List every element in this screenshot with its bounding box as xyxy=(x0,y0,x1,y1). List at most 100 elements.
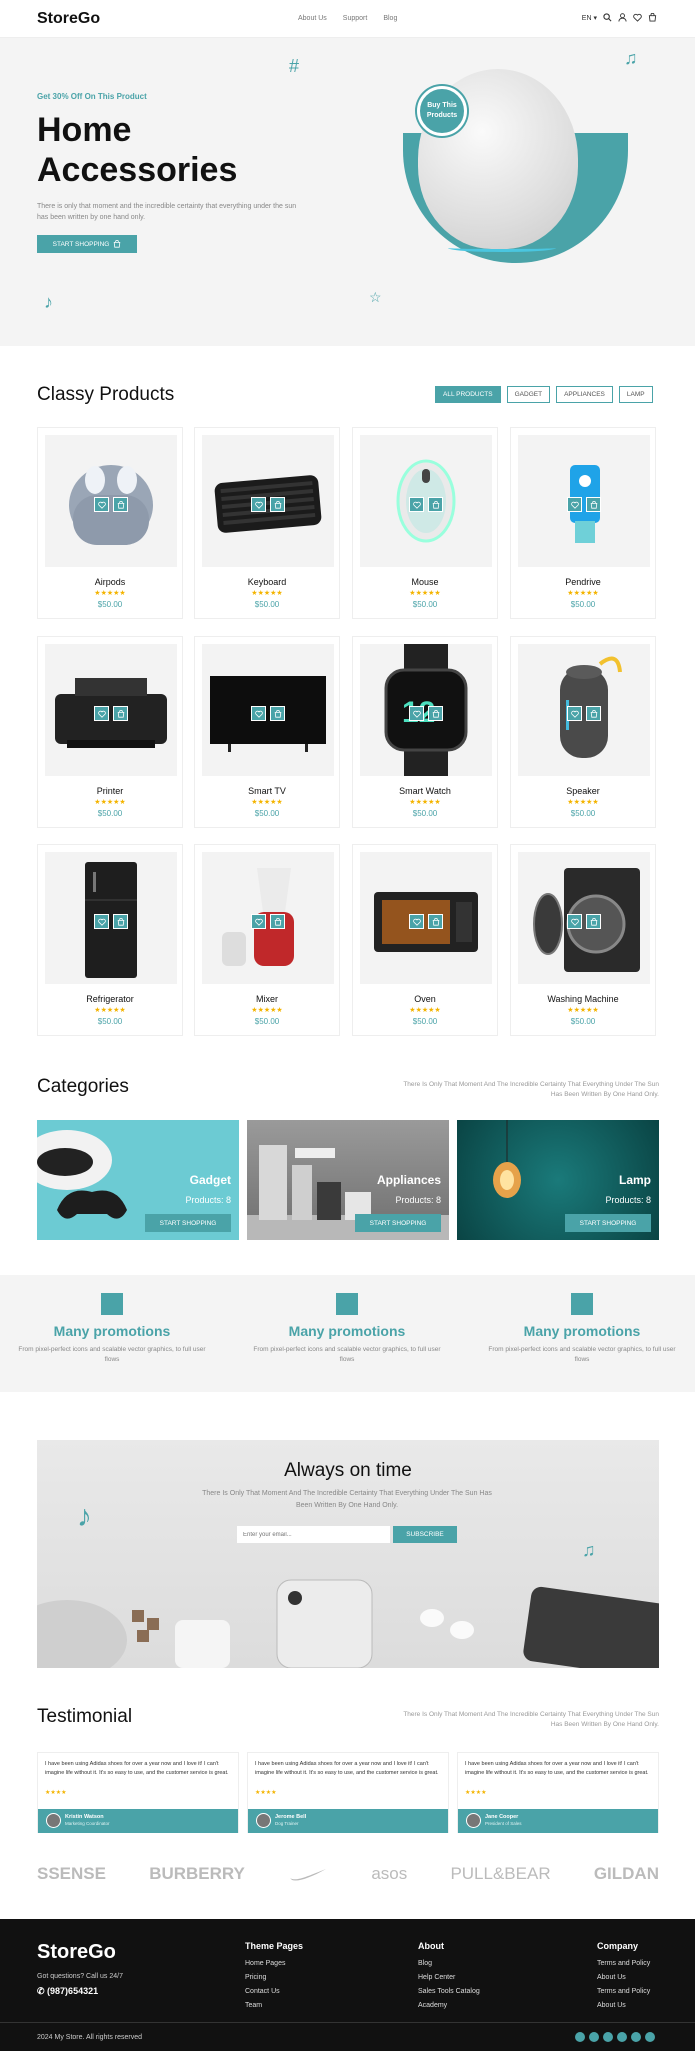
product-card[interactable]: Smart TV ★★★★★ $50.00 xyxy=(194,636,340,828)
footer-link[interactable]: Pricing xyxy=(245,1974,303,1981)
add-to-wishlist-button[interactable] xyxy=(409,497,424,512)
add-to-wishlist-button[interactable] xyxy=(94,914,109,929)
add-to-cart-button[interactable] xyxy=(113,914,128,929)
product-card[interactable]: Printer ★★★★★ $50.00 xyxy=(37,636,183,828)
footer-link[interactable]: About Us xyxy=(597,2002,650,2009)
product-image[interactable]: 12 xyxy=(360,644,492,776)
product-image[interactable] xyxy=(360,435,492,567)
footer-logo[interactable]: StoreGo xyxy=(37,1941,116,1964)
instagram-icon[interactable] xyxy=(603,2032,613,2042)
product-card[interactable]: 12 Smart Watch ★★★★★ $50.00 xyxy=(352,636,498,828)
add-to-wishlist-button[interactable] xyxy=(567,706,582,721)
nav-support[interactable]: Support xyxy=(343,15,368,22)
product-name[interactable]: Printer xyxy=(38,786,182,796)
twitter-icon[interactable] xyxy=(589,2032,599,2042)
nav-about-us[interactable]: About Us xyxy=(298,15,327,22)
add-to-cart-button[interactable] xyxy=(113,497,128,512)
buy-products-badge[interactable]: Buy This Products xyxy=(417,86,467,136)
product-card[interactable]: Mixer ★★★★★ $50.00 xyxy=(194,844,340,1036)
add-to-wishlist-button[interactable] xyxy=(94,706,109,721)
filter-lamp[interactable]: LAMP xyxy=(618,386,653,403)
add-to-wishlist-button[interactable] xyxy=(567,914,582,929)
product-card[interactable]: Mouse ★★★★★ $50.00 xyxy=(352,427,498,619)
product-card[interactable]: Airpods ★★★★★ $50.00 xyxy=(37,427,183,619)
add-to-cart-button[interactable] xyxy=(428,497,443,512)
facebook-icon[interactable] xyxy=(575,2032,585,2042)
product-image[interactable] xyxy=(518,435,650,567)
nav-blog[interactable]: Blog xyxy=(383,15,397,22)
product-image[interactable] xyxy=(360,852,492,984)
product-image[interactable] xyxy=(518,852,650,984)
product-name[interactable]: Speaker xyxy=(511,786,655,796)
product-name[interactable]: Keyboard xyxy=(195,577,339,587)
youtube-icon[interactable] xyxy=(631,2032,641,2042)
add-to-cart-button[interactable] xyxy=(428,706,443,721)
product-name[interactable]: Refrigerator xyxy=(38,994,182,1004)
add-to-cart-button[interactable] xyxy=(428,914,443,929)
add-to-cart-button[interactable] xyxy=(113,706,128,721)
product-name[interactable]: Smart Watch xyxy=(353,786,497,796)
add-to-cart-button[interactable] xyxy=(270,706,285,721)
linkedin-icon[interactable] xyxy=(617,2032,627,2042)
product-image[interactable] xyxy=(202,852,334,984)
product-name[interactable]: Pendrive xyxy=(511,577,655,587)
category-start-shopping-button[interactable]: START SHOPPING xyxy=(145,1214,231,1232)
product-image[interactable] xyxy=(202,644,334,776)
add-to-wishlist-button[interactable] xyxy=(251,914,266,929)
category-card-gadget[interactable]: Gadget Products: 8 START SHOPPING xyxy=(37,1120,239,1240)
footer-link[interactable]: Team xyxy=(245,2002,303,2009)
add-to-cart-button[interactable] xyxy=(270,914,285,929)
filter-appliances[interactable]: APPLIANCES xyxy=(556,386,613,403)
footer-link[interactable]: Terms and Policy xyxy=(597,1960,650,1967)
product-name[interactable]: Airpods xyxy=(38,577,182,587)
site-logo[interactable]: StoreGo xyxy=(37,10,100,28)
product-card[interactable]: Speaker ★★★★★ $50.00 xyxy=(510,636,656,828)
add-to-cart-button[interactable] xyxy=(270,497,285,512)
product-card[interactable]: Oven ★★★★★ $50.00 xyxy=(352,844,498,1036)
product-card[interactable]: Refrigerator ★★★★★ $50.00 xyxy=(37,844,183,1036)
product-image[interactable] xyxy=(202,435,334,567)
footer-link[interactable]: Academy xyxy=(418,2002,480,2009)
wishlist-icon[interactable] xyxy=(633,13,642,22)
filter-gadget[interactable]: GADGET xyxy=(506,386,551,403)
product-image[interactable] xyxy=(45,644,177,776)
cart-icon[interactable] xyxy=(648,13,657,22)
add-to-wishlist-button[interactable] xyxy=(567,497,582,512)
hero-start-shopping-button[interactable]: START SHOPPING xyxy=(37,235,137,253)
product-image[interactable] xyxy=(45,435,177,567)
user-icon[interactable] xyxy=(618,13,627,22)
footer-link[interactable]: Home Pages xyxy=(245,1960,303,1967)
product-name[interactable]: Washing Machine xyxy=(511,994,655,1004)
product-card[interactable]: Pendrive ★★★★★ $50.00 xyxy=(510,427,656,619)
product-image[interactable] xyxy=(518,644,650,776)
category-card-lamp[interactable]: Lamp Products: 8 START SHOPPING xyxy=(457,1120,659,1240)
product-card[interactable]: Washing Machine ★★★★★ $50.00 xyxy=(510,844,656,1036)
language-selector[interactable]: EN ▾ xyxy=(582,14,597,22)
product-card[interactable]: Keyboard ★★★★★ $50.00 xyxy=(194,427,340,619)
product-name[interactable]: Mixer xyxy=(195,994,339,1004)
add-to-wishlist-button[interactable] xyxy=(94,497,109,512)
footer-link[interactable]: Blog xyxy=(418,1960,480,1967)
filter-all-products[interactable]: ALL PRODUCTS xyxy=(435,386,501,403)
category-card-appliances[interactable]: Appliances Products: 8 START SHOPPING xyxy=(247,1120,449,1240)
pinterest-icon[interactable] xyxy=(645,2032,655,2042)
footer-link[interactable]: Help Center xyxy=(418,1974,480,1981)
product-name[interactable]: Oven xyxy=(353,994,497,1004)
footer-link[interactable]: Contact Us xyxy=(245,1988,303,1995)
add-to-wishlist-button[interactable] xyxy=(251,497,266,512)
category-start-shopping-button[interactable]: START SHOPPING xyxy=(565,1214,651,1232)
newsletter-email-input[interactable] xyxy=(237,1526,390,1543)
product-image[interactable] xyxy=(45,852,177,984)
footer-link[interactable]: Terms and Policy xyxy=(597,1988,650,1995)
search-icon[interactable] xyxy=(603,13,612,22)
category-start-shopping-button[interactable]: START SHOPPING xyxy=(355,1214,441,1232)
footer-link[interactable]: Sales Tools Catalog xyxy=(418,1988,480,1995)
add-to-wishlist-button[interactable] xyxy=(251,706,266,721)
product-name[interactable]: Smart TV xyxy=(195,786,339,796)
add-to-cart-button[interactable] xyxy=(586,706,601,721)
footer-phone[interactable]: ✆ (987)654321 xyxy=(37,1986,98,1997)
add-to-wishlist-button[interactable] xyxy=(409,914,424,929)
add-to-cart-button[interactable] xyxy=(586,914,601,929)
subscribe-button[interactable]: SUBSCRIBE xyxy=(393,1526,457,1543)
add-to-cart-button[interactable] xyxy=(586,497,601,512)
